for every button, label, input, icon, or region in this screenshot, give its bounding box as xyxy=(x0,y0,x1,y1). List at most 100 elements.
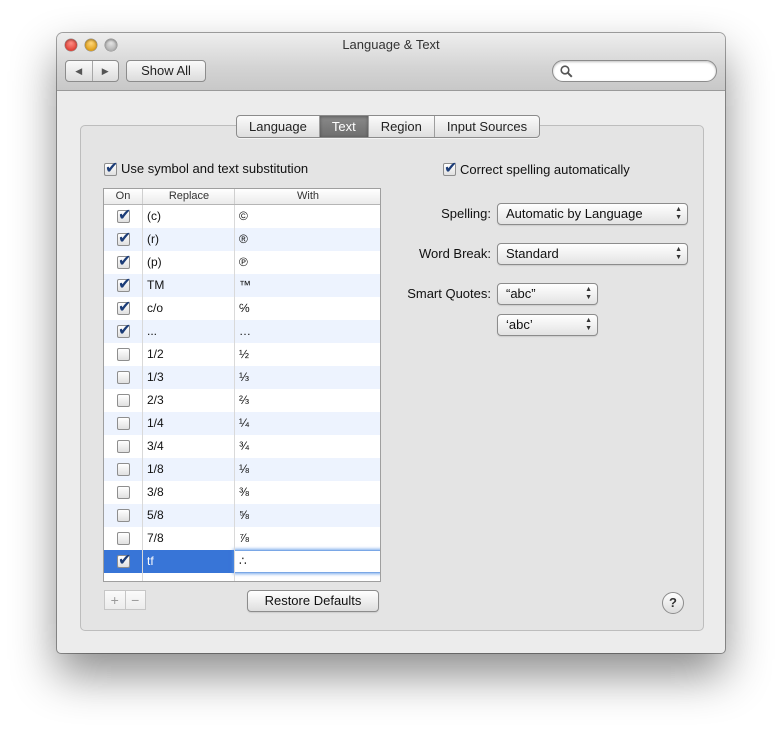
replace-cell[interactable]: 7/8 xyxy=(147,527,232,550)
replace-cell[interactable]: (p) xyxy=(147,251,232,274)
replace-cell[interactable]: (c) xyxy=(147,205,232,228)
restore-defaults-button[interactable]: Restore Defaults xyxy=(247,590,379,612)
correct-spelling-checkbox[interactable] xyxy=(443,158,457,177)
replace-cell[interactable]: 3/4 xyxy=(147,435,232,458)
replace-cell[interactable]: 5/8 xyxy=(147,504,232,527)
with-cell[interactable]: ™ xyxy=(239,274,377,297)
search-icon xyxy=(560,65,573,78)
popup-arrows-icon: ▲ ▼ xyxy=(585,286,592,301)
table-row[interactable]: 5/8 ⅝ xyxy=(104,504,380,527)
substitution-table[interactable]: On Replace With (c)©(r)®(p)℗TM™c/o℅...…1… xyxy=(103,188,381,582)
row-enabled-checkbox[interactable] xyxy=(117,550,131,569)
with-cell[interactable]: … xyxy=(239,320,377,343)
with-cell[interactable]: ⅝ xyxy=(239,504,377,527)
tab-region[interactable]: Region xyxy=(367,116,434,137)
table-row[interactable]: 1/3 ⅓ xyxy=(104,366,380,389)
with-cell[interactable]: © xyxy=(239,205,377,228)
spelling-value: Automatic by Language xyxy=(506,206,643,221)
help-button[interactable]: ? xyxy=(662,592,684,614)
row-enabled-checkbox[interactable] xyxy=(117,297,131,316)
single-quotes-value: ‘abc’ xyxy=(506,317,533,332)
with-cell[interactable]: ⅓ xyxy=(239,366,377,389)
table-row[interactable]: tf∴ xyxy=(104,550,380,573)
table-row[interactable]: 1/2 ½ xyxy=(104,343,380,366)
replace-cell[interactable]: ... xyxy=(147,320,232,343)
table-row[interactable]: 1/4 ¼ xyxy=(104,412,380,435)
with-cell[interactable]: ℗ xyxy=(239,251,377,274)
row-enabled-checkbox[interactable] xyxy=(117,348,130,361)
table-row[interactable]: (c) © xyxy=(104,205,380,228)
word-break-popup[interactable]: Standard ▲ ▼ xyxy=(497,243,688,265)
with-cell[interactable]: ℅ xyxy=(239,297,377,320)
with-cell-editor[interactable]: ∴ xyxy=(234,550,380,573)
with-cell[interactable]: ® xyxy=(239,228,377,251)
table-row[interactable]: (r) ® xyxy=(104,228,380,251)
replace-cell[interactable]: 2/3 xyxy=(147,389,232,412)
replace-cell[interactable]: 1/8 xyxy=(147,458,232,481)
table-row[interactable]: TM ™ xyxy=(104,274,380,297)
table-row[interactable]: 1/8 ⅛ xyxy=(104,458,380,481)
back-arrow-icon[interactable]: ◀ xyxy=(66,61,92,81)
with-cell[interactable]: ⅛ xyxy=(239,458,377,481)
with-cell[interactable]: ½ xyxy=(239,343,377,366)
row-enabled-checkbox[interactable] xyxy=(117,394,130,407)
column-header-with[interactable]: With xyxy=(234,189,380,204)
replace-cell[interactable]: 3/8 xyxy=(147,481,232,504)
column-header-replace[interactable]: Replace xyxy=(142,189,235,204)
column-divider xyxy=(142,205,143,581)
with-cell[interactable]: ⅞ xyxy=(239,527,377,550)
row-enabled-checkbox[interactable] xyxy=(117,274,131,293)
row-enabled-checkbox[interactable] xyxy=(117,509,130,522)
replace-cell[interactable]: TM xyxy=(147,274,232,297)
row-enabled-checkbox[interactable] xyxy=(117,440,130,453)
table-row[interactable]: 2/3 ⅔ xyxy=(104,389,380,412)
use-substitution-checkbox[interactable] xyxy=(104,158,118,177)
with-cell[interactable]: ⅔ xyxy=(239,389,377,412)
forward-arrow-icon[interactable]: ▶ xyxy=(91,61,119,81)
table-row[interactable]: ... … xyxy=(104,320,380,343)
with-cell[interactable]: ¾ xyxy=(239,435,377,458)
row-enabled-checkbox[interactable] xyxy=(117,320,131,339)
tab-language[interactable]: Language xyxy=(237,116,319,137)
table-header: On Replace With xyxy=(104,189,380,205)
add-button[interactable]: + xyxy=(105,591,125,609)
double-quotes-popup[interactable]: “abc” ▲ ▼ xyxy=(497,283,598,305)
replace-cell[interactable]: tf xyxy=(147,550,232,573)
table-row[interactable]: 3/8 ⅜ xyxy=(104,481,380,504)
replace-cell[interactable]: (r) xyxy=(147,228,232,251)
row-enabled-checkbox[interactable] xyxy=(117,532,130,545)
replace-cell[interactable]: 1/3 xyxy=(147,366,232,389)
row-enabled-checkbox[interactable] xyxy=(117,417,130,430)
column-header-on[interactable]: On xyxy=(104,189,142,204)
word-break-value: Standard xyxy=(506,246,559,261)
with-cell[interactable]: ⅜ xyxy=(239,481,377,504)
show-all-button[interactable]: Show All xyxy=(126,60,206,82)
word-break-label: Word Break: xyxy=(418,246,491,261)
popup-arrows-icon: ▲ ▼ xyxy=(675,246,682,261)
preferences-window: Language & Text ◀ ▶ Show All Language Te… xyxy=(57,33,725,653)
search-field[interactable] xyxy=(552,60,717,82)
single-quotes-popup[interactable]: ‘abc’ ▲ ▼ xyxy=(497,314,598,336)
use-substitution-label: Use symbol and text substitution xyxy=(121,161,309,176)
with-cell[interactable]: ¼ xyxy=(239,412,377,435)
row-enabled-checkbox[interactable] xyxy=(117,205,131,224)
popup-arrows-icon: ▲ ▼ xyxy=(675,206,682,221)
row-enabled-checkbox[interactable] xyxy=(117,486,130,499)
row-enabled-checkbox[interactable] xyxy=(117,228,131,247)
table-row[interactable]: 7/8 ⅞ xyxy=(104,527,380,550)
replace-cell[interactable]: c/o xyxy=(147,297,232,320)
tab-text[interactable]: Text xyxy=(318,116,368,137)
table-row[interactable]: (p) ℗ xyxy=(104,251,380,274)
replace-cell[interactable]: 1/2 xyxy=(147,343,232,366)
row-enabled-checkbox[interactable] xyxy=(117,463,130,476)
add-remove-control: + − xyxy=(104,590,146,610)
tab-input-sources[interactable]: Input Sources xyxy=(433,116,539,137)
table-row[interactable]: 3/4 ¾ xyxy=(104,435,380,458)
back-forward-control: ◀ ▶ xyxy=(65,60,119,82)
table-row[interactable]: c/o ℅ xyxy=(104,297,380,320)
spelling-popup[interactable]: Automatic by Language ▲ ▼ xyxy=(497,203,688,225)
replace-cell[interactable]: 1/4 xyxy=(147,412,232,435)
row-enabled-checkbox[interactable] xyxy=(117,371,130,384)
row-enabled-checkbox[interactable] xyxy=(117,251,131,270)
remove-button[interactable]: − xyxy=(124,591,146,609)
